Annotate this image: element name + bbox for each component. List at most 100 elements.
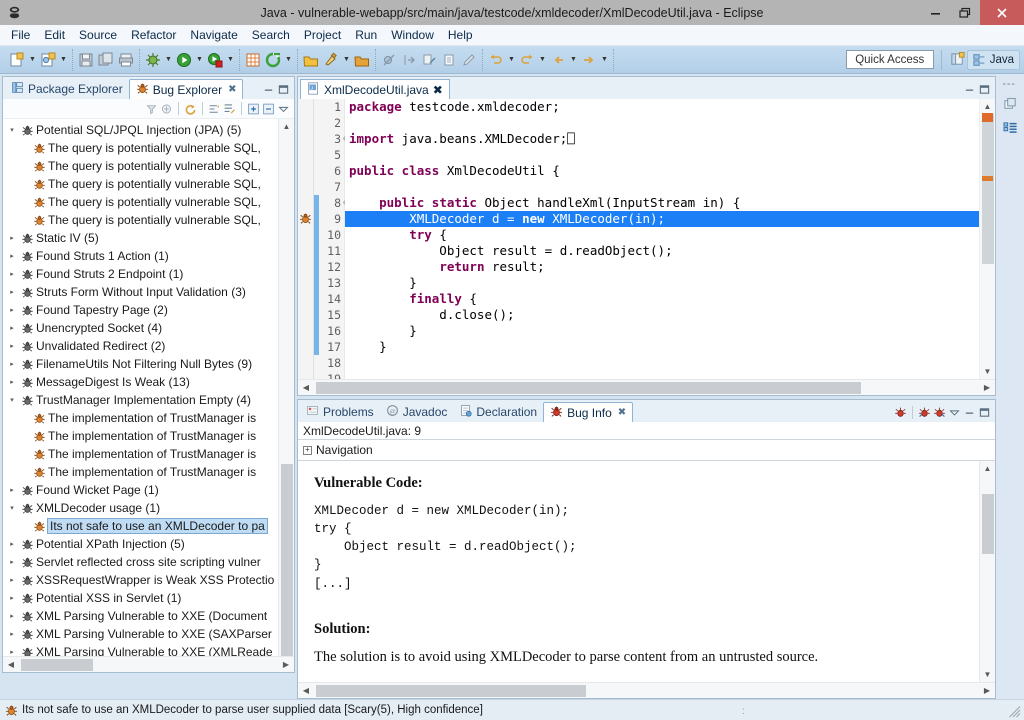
bug-tree-item[interactable]: The query is potentially vulnerable SQL, [3,157,278,175]
perspective-java-button[interactable]: Java [966,49,1020,70]
bug-tree-item[interactable]: The query is potentially vulnerable SQL, [3,193,278,211]
overview-marker-bug[interactable] [981,176,993,181]
menu-refactor[interactable]: Refactor [124,26,183,44]
code-line[interactable]: try { [345,227,979,243]
chevron-right-icon[interactable] [5,252,19,260]
bug-tree-item[interactable]: XMLDecoder usage (1) [3,499,278,517]
close-icon[interactable]: ✖ [433,83,443,97]
resize-grip[interactable] [1008,705,1022,719]
bug-tree-item[interactable]: Potential XSS in Servlet (1) [3,589,278,607]
bug-info-vscroll-thumb[interactable] [981,494,994,554]
forward-dropdown-icon[interactable]: ▼ [599,50,610,70]
tab-javadoc[interactable]: @ Javadoc [380,402,454,422]
bug-prev-icon[interactable] [918,406,931,419]
chevron-down-icon[interactable] [5,396,19,404]
code-line[interactable]: public static Object handleXml(InputStre… [345,195,979,211]
overview-marker-top[interactable] [981,113,993,122]
bug-tree-item[interactable]: Unvalidated Redirect (2) [3,337,278,355]
bug-tree-item[interactable]: The implementation of TrustManager is [3,409,278,427]
code-line[interactable] [345,147,979,163]
bug-info-vscrollbar[interactable]: ▲ ▼ [979,461,995,682]
link-with-editor-icon[interactable] [160,102,173,115]
code-line[interactable]: package testcode.xmldecoder; [345,99,979,115]
bug-tree-item[interactable]: The implementation of TrustManager is [3,427,278,445]
bug-info-hscrollbar[interactable]: ◀ ▶ [298,682,995,698]
chevron-right-icon[interactable] [5,630,19,638]
back-dropdown-icon[interactable]: ▼ [568,50,579,70]
configure-icon[interactable] [223,102,236,115]
maximize-icon[interactable] [277,83,290,96]
bug-tree-item[interactable]: Found Wicket Page (1) [3,481,278,499]
new-java-project-icon[interactable] [243,50,263,70]
next-annotation-icon[interactable] [399,50,419,70]
vscroll-track[interactable] [279,134,295,656]
previous-annotation-icon[interactable] [419,50,439,70]
tab-bug-info[interactable]: Bug Info ✖ [543,402,634,422]
scroll-right-icon[interactable]: ▶ [278,657,294,673]
scroll-up-icon[interactable]: ▲ [279,119,295,134]
new-java-class-dropdown-icon[interactable]: ▼ [58,50,69,70]
editor-hscroll-thumb[interactable] [316,381,861,394]
chevron-right-icon[interactable] [5,558,19,566]
history-prev-dropdown-icon[interactable]: ▼ [506,50,517,70]
chevron-right-icon[interactable] [5,378,19,386]
code-line[interactable] [345,179,979,195]
bug-tree-item[interactable]: MessageDigest Is Weak (13) [3,373,278,391]
bug-tree-item[interactable]: FilenameUtils Not Filtering Null Bytes (… [3,355,278,373]
bug-tree-hscrollbar[interactable]: ◀ ▶ [3,656,294,672]
save-icon[interactable] [76,50,96,70]
bug-tree-item[interactable]: Found Struts 2 Endpoint (1) [3,265,278,283]
bug-info-hscroll-thumb[interactable] [316,684,586,697]
menu-edit[interactable]: Edit [37,26,72,44]
editor-vscroll-thumb[interactable] [981,114,994,264]
hscroll-track[interactable] [19,657,278,673]
scroll-left-icon[interactable]: ◀ [298,380,314,396]
chevron-right-icon[interactable] [5,486,19,494]
view-menu-icon[interactable] [277,102,290,115]
minimize-icon[interactable] [262,83,275,96]
chevron-right-icon[interactable] [5,234,19,242]
new-wizard-icon[interactable] [7,50,27,70]
debug-icon[interactable] [143,50,163,70]
code-line[interactable]: public class XmlDecodeUtil { [345,163,979,179]
bug-tree-item[interactable]: Unencrypted Socket (4) [3,319,278,337]
close-icon[interactable]: ✖ [618,407,626,418]
bug-tree-item[interactable]: Potential SQL/JPQL Injection (JPA) (5) [3,121,278,139]
editor-hscrollbar[interactable]: ◀ ▶ [298,379,995,395]
view-menu-icon[interactable] [948,406,961,419]
bug-tree-item[interactable]: The query is potentially vulnerable SQL, [3,175,278,193]
bug-nav-icon[interactable] [894,406,907,419]
bug-tree-item[interactable]: The query is potentially vulnerable SQL, [3,139,278,157]
chevron-down-icon[interactable] [5,126,19,134]
editor-hscroll-track[interactable] [314,380,979,396]
last-edit-icon[interactable] [439,50,459,70]
pencil-icon[interactable] [459,50,479,70]
tab-xmldecodeutil-java[interactable]: J XmlDecodeUtil.java ✖ [300,79,450,99]
editor-code-area[interactable]: package testcode.xmldecoder; import java.… [345,99,979,379]
save-all-icon[interactable] [96,50,116,70]
navigation-section[interactable]: + Navigation [298,440,995,460]
menu-help[interactable]: Help [441,26,480,44]
code-line[interactable]: import java.beans.XMLDecoder;⎕ [345,131,979,147]
bug-tree-item[interactable]: XSSRequestWrapper is Weak XSS Protectio [3,571,278,589]
close-icon[interactable]: ✖ [228,84,236,95]
menu-project[interactable]: Project [297,26,348,44]
vscroll-thumb[interactable] [280,464,293,656]
menu-source[interactable]: Source [72,26,124,44]
bug-tree-item[interactable]: The implementation of TrustManager is [3,445,278,463]
code-line[interactable]: finally { [345,291,979,307]
code-line[interactable]: } [345,323,979,339]
chevron-right-icon[interactable] [5,306,19,314]
debug-dropdown-icon[interactable]: ▼ [163,50,174,70]
external-tools-icon[interactable] [205,50,225,70]
chevron-right-icon[interactable] [5,612,19,620]
code-line[interactable]: Object result = d.readObject(); [345,243,979,259]
code-line[interactable]: d.close(); [345,307,979,323]
back-icon[interactable] [548,50,568,70]
skip-breakpoints-icon[interactable] [379,50,399,70]
new-wizard-dropdown-icon[interactable]: ▼ [27,50,38,70]
bug-tree-item[interactable]: Static IV (5) [3,229,278,247]
outline-icon[interactable] [999,118,1021,138]
chevron-right-icon[interactable] [5,360,19,368]
minimize-icon[interactable] [963,83,976,96]
